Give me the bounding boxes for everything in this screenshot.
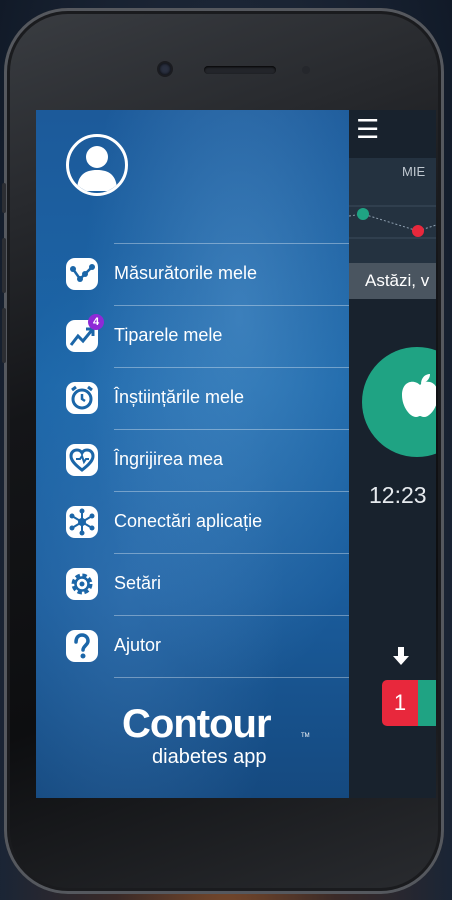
front-camera	[159, 63, 171, 75]
apple-icon	[402, 374, 436, 417]
menu-item-app-connections[interactable]: Conectări aplicație	[36, 495, 349, 549]
meal-marker-badge[interactable]	[362, 347, 436, 457]
brand-name: Contour	[122, 702, 272, 746]
brand-subtitle: diabetes app	[152, 746, 267, 768]
graph-point-red[interactable]	[412, 225, 424, 237]
menu-divider	[114, 429, 349, 430]
hamburger-menu-icon[interactable]: ☰	[356, 116, 379, 142]
heart-care-icon	[66, 444, 98, 476]
result-value-tile[interactable]: 1	[382, 680, 418, 726]
menu-divider	[114, 243, 349, 244]
help-icon	[66, 630, 98, 662]
menu-label: Conectări aplicație	[114, 511, 263, 531]
menu-divider	[114, 491, 349, 492]
graph-point-green[interactable]	[357, 208, 369, 220]
menu-divider	[114, 367, 349, 368]
gear-icon	[66, 568, 98, 600]
volume-down-button	[2, 308, 6, 363]
menu-label: Înștiințările mele	[114, 387, 245, 407]
reading-time: 12:23	[369, 482, 427, 508]
volume-up-button	[2, 238, 6, 293]
menu-label: Măsurătorile mele	[114, 263, 258, 283]
menu-item-help[interactable]: Ajutor	[36, 619, 349, 673]
patterns-count-badge: 4	[88, 314, 104, 330]
menu-label: Tiparele mele	[114, 325, 223, 345]
menu-item-reminders[interactable]: Înștiințările mele	[36, 371, 349, 425]
menu-label: Setări	[114, 573, 162, 593]
down-arrow-icon	[393, 647, 409, 671]
menu-divider	[114, 553, 349, 554]
readings-graph: MIE	[349, 158, 436, 263]
mute-switch	[2, 183, 6, 213]
alarm-clock-icon	[66, 382, 98, 414]
menu-item-patterns[interactable]: 4 Tiparele mele	[36, 309, 349, 363]
proximity-sensor	[302, 66, 310, 74]
menu-label: Îngrijirea mea	[114, 449, 224, 469]
menu-divider	[114, 305, 349, 306]
chart-nodes-icon	[66, 258, 98, 290]
navigation-drawer: Măsurătorile mele 4 Tiparele mele Înștii…	[36, 110, 349, 798]
user-avatar[interactable]	[66, 134, 128, 196]
today-header: Astăzi, v	[349, 263, 436, 299]
graph-day-label: MIE	[402, 164, 426, 179]
menu-item-my-care[interactable]: Îngrijirea mea	[36, 433, 349, 487]
menu-item-settings[interactable]: Setări	[36, 557, 349, 611]
menu-item-measurements[interactable]: Măsurătorile mele	[36, 247, 349, 301]
brand-trademark: TM	[301, 733, 310, 739]
menu-label: Ajutor	[114, 635, 162, 655]
menu-divider	[114, 615, 349, 616]
connections-icon	[66, 506, 98, 538]
result-range-tile	[418, 680, 436, 726]
user-profile-icon	[77, 146, 117, 191]
earpiece-speaker	[204, 66, 276, 74]
phone-screen: ☰ MIE Astăzi, v 12:23 1 Măsurătorile mel…	[36, 110, 436, 798]
menu-divider	[114, 677, 349, 678]
